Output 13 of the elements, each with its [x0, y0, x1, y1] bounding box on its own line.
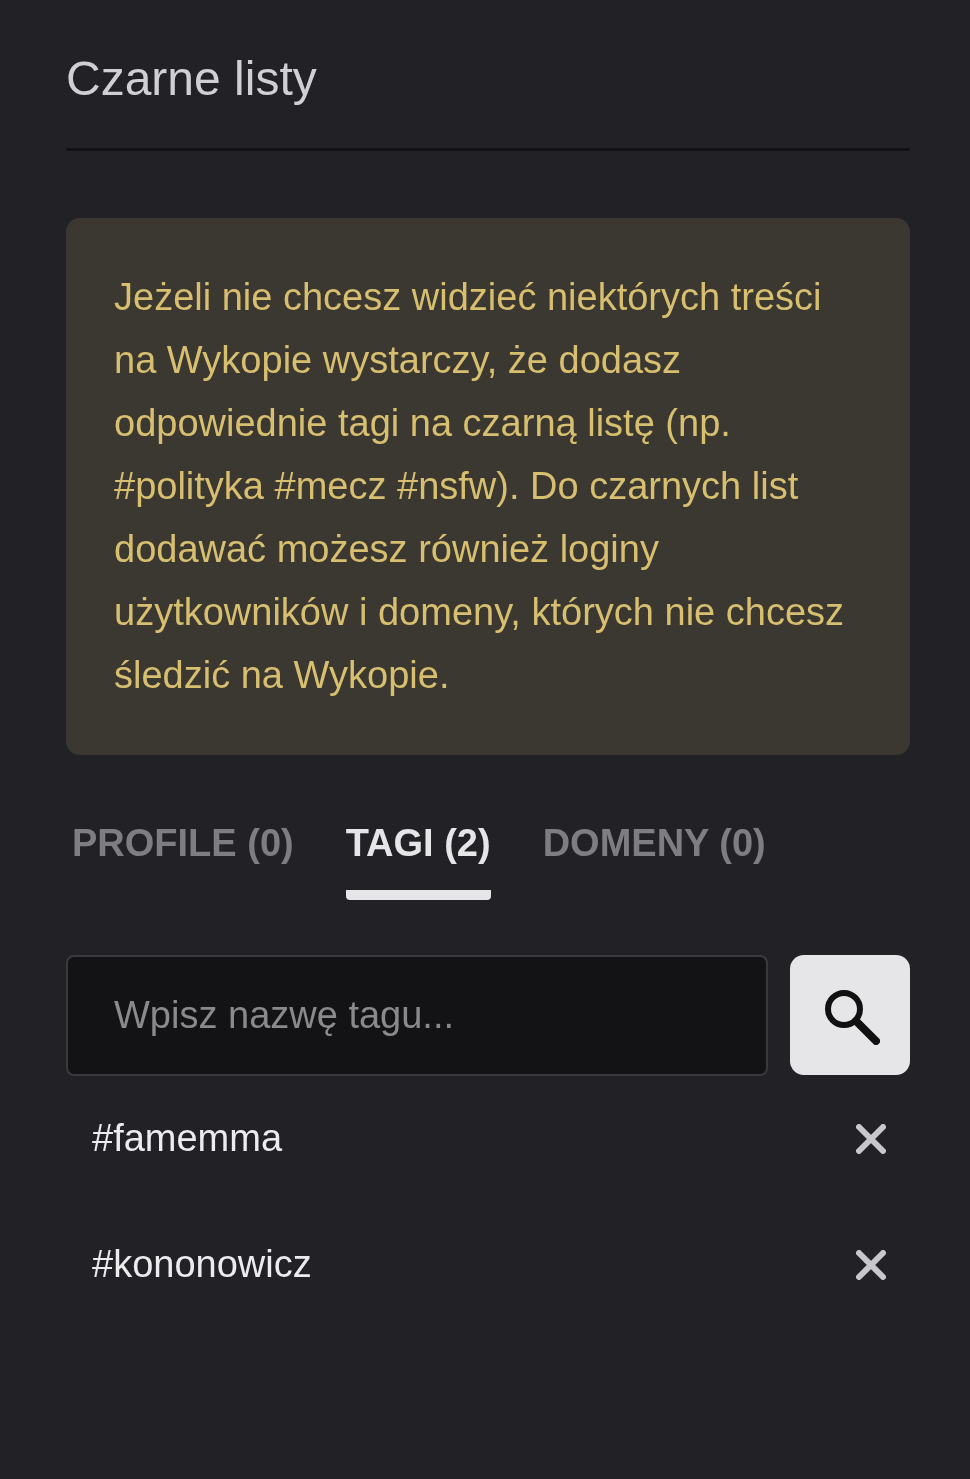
tab[interactable]: DOMENY (0): [542, 814, 766, 900]
tab[interactable]: PROFILE (0): [72, 814, 294, 900]
info-message: Jeżeli nie chcesz widzieć niektórych treści na Wykopie wystarczy, że dodasz odpowiednie tagi na czarną listę (np. #polityka #mecz #nsfw). Do czarnych list dodawać możesz również loginy użytkowników i domeny, których nie chcesz śledzić na Wykopie.: [66, 217, 910, 755]
remove-button[interactable]: [856, 1123, 886, 1154]
close-icon: [856, 1249, 886, 1280]
tag-name: #kononowicz: [92, 1242, 312, 1288]
search-field[interactable]: Wpisz nazwę tagu...: [66, 954, 768, 1076]
page-title: Czarne listy: [66, 51, 318, 107]
tab[interactable]: TAGI (2): [345, 814, 491, 900]
tag-name: #famemma: [92, 1116, 283, 1162]
remove-button[interactable]: [856, 1249, 886, 1280]
close-icon: [856, 1123, 886, 1154]
search-button[interactable]: [790, 954, 910, 1075]
